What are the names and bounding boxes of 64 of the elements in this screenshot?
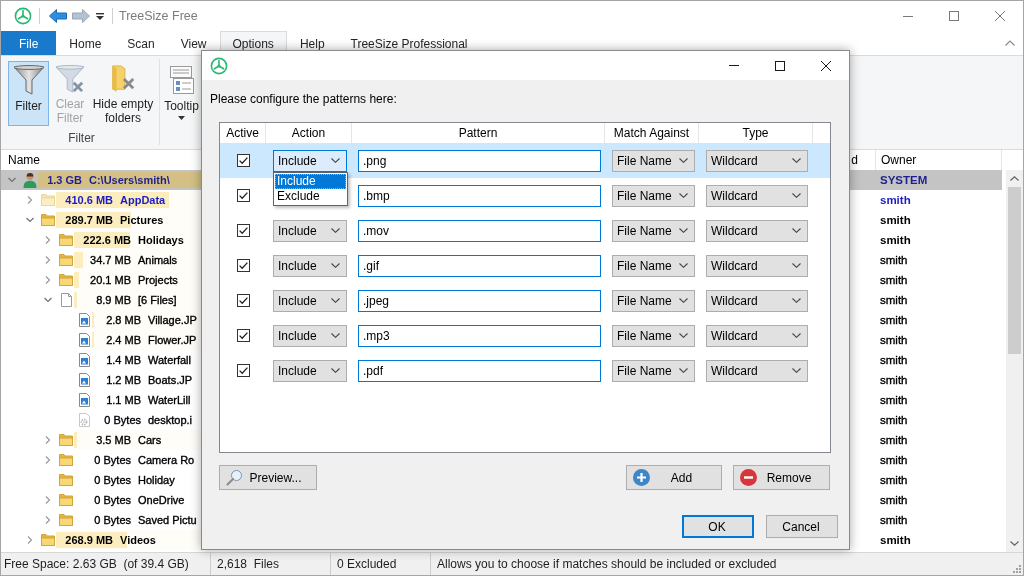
item-name: Waterfall — [148, 354, 191, 366]
size-text: 2.4 MB — [105, 334, 141, 346]
owner-text: smith — [880, 294, 908, 306]
owner-text: SYSTEM — [880, 174, 928, 186]
owner-text: smith — [880, 254, 908, 266]
size-text: 222.6 MB — [82, 234, 131, 246]
size-text: 1.3 GB — [46, 174, 82, 186]
item-name: Holiday — [138, 474, 175, 486]
size-text: 268.9 MB — [64, 534, 113, 546]
size-text: 0 Bytes — [103, 414, 141, 426]
item-name: Pictures — [120, 214, 164, 226]
item-name: Animals — [138, 254, 178, 266]
status-text: 0 Excluded — [337, 557, 397, 571]
owner-text: smith — [880, 494, 908, 506]
instruction-text: Please configure the patterns here: — [210, 91, 397, 107]
owner-text: smith — [880, 514, 908, 526]
status-text: 2,618 Files — [217, 557, 280, 571]
owner-text: smith — [880, 194, 911, 206]
owner-text: smith — [880, 274, 908, 286]
owner-text: smith — [880, 354, 908, 366]
item-name: Boats.JP — [148, 374, 193, 386]
item-name: Projects — [138, 274, 178, 286]
item-name: Videos — [120, 534, 156, 546]
item-name: AppData — [120, 194, 166, 206]
item-name: Village.JP — [148, 314, 197, 326]
size-text: 0 Bytes — [93, 494, 131, 506]
status-text: Allows you to choose if matches should be included or excluded — [437, 557, 777, 571]
size-text: 8.9 MB — [95, 294, 131, 306]
owner-text: smith — [880, 234, 911, 246]
group-label: Filter — [68, 131, 95, 145]
size-text: 2.8 MB — [105, 314, 141, 326]
item-name: OneDrive — [138, 494, 185, 506]
owner-text: smith — [880, 414, 908, 426]
size-text: 1.4 MB — [105, 354, 141, 366]
item-name: Camera Ro — [138, 454, 195, 466]
size-text: 410.6 MB — [64, 194, 113, 206]
item-name: Holidays — [138, 234, 184, 246]
item-name: Flower.JP — [148, 334, 197, 346]
size-text: 1.1 MB — [105, 394, 141, 406]
owner-text: smith — [880, 454, 908, 466]
size-text: 3.5 MB — [95, 434, 131, 446]
item-name: Saved Pictu — [138, 514, 197, 526]
window-title: TreeSize Free — [119, 9, 198, 23]
item-name: C:\Users\smith\ — [89, 174, 170, 186]
size-text: 289.7 MB — [64, 214, 113, 226]
size-text: 0 Bytes — [93, 454, 131, 466]
size-text: 0 Bytes — [93, 474, 131, 486]
size-text: 34.7 MB — [89, 254, 131, 266]
size-text: 1.2 MB — [105, 374, 141, 386]
item-name: desktop.i — [148, 414, 193, 426]
item-name: Cars — [138, 434, 162, 446]
owner-text: smith — [880, 534, 911, 546]
item-name: [6 Files] — [138, 294, 177, 306]
size-text: 20.1 MB — [89, 274, 131, 286]
owner-text: smith — [880, 214, 911, 226]
owner-text: smith — [880, 394, 908, 406]
item-name: WaterLill — [148, 394, 191, 406]
size-text: 0 Bytes — [93, 514, 131, 526]
owner-text: smith — [880, 314, 908, 326]
owner-text: smith — [880, 374, 908, 386]
status-text: Free Space: 2.63 GB (of 39.4 GB) — [4, 557, 189, 571]
owner-text: smith — [880, 474, 908, 486]
owner-text: smith — [880, 334, 908, 346]
owner-text: smith — [880, 434, 908, 446]
